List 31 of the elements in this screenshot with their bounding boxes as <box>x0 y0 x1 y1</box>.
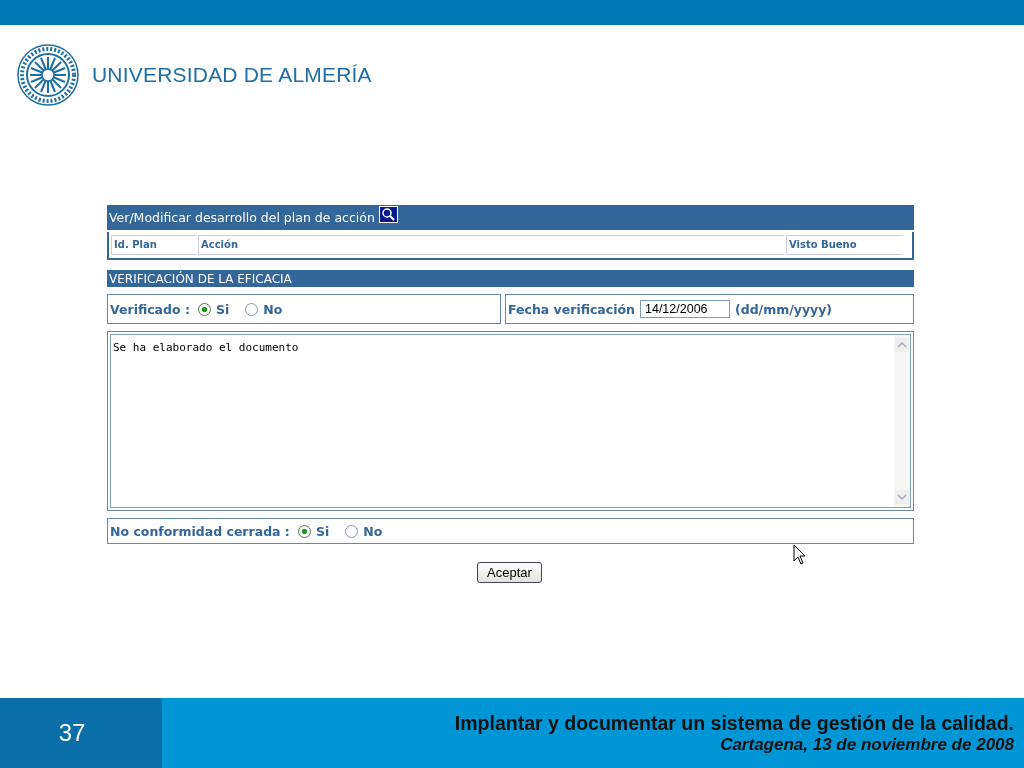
column-header: Visto Bueno <box>786 235 903 255</box>
page-number: 37 <box>58 719 86 747</box>
field-label: No conformidad cerrada : <box>110 523 290 539</box>
search-icon[interactable] <box>378 206 398 223</box>
section-title: VERIFICACIÓN DE LA EFICACIA <box>109 271 292 286</box>
footer-title: Implantar y documentar un sistema de gestión de la calidad. <box>454 711 1014 735</box>
field-label: Fecha verificación <box>508 301 635 317</box>
field-label: Verificado : <box>110 301 190 317</box>
radio-button[interactable] <box>345 524 359 538</box>
column-header: Acción <box>198 235 784 255</box>
radio-button[interactable] <box>197 302 211 316</box>
notes-text: Se ha elaborado el documento <box>112 340 300 356</box>
notes-text-area[interactable]: Se ha elaborado el documento <box>110 334 911 508</box>
university-name: UNIVERSIDAD DE ALMERÍA <box>92 63 372 87</box>
date-format-hint: (dd/mm/yyyy) <box>735 301 833 317</box>
scrollbar[interactable] <box>894 335 910 507</box>
scroll-down-icon[interactable] <box>895 490 909 504</box>
footer-subtitle: Cartagena, 13 de noviembre de 2008 <box>720 734 1014 755</box>
university-seal-icon <box>16 43 80 107</box>
panel-title: Ver/Modificar desarrollo del plan de acción <box>109 210 375 225</box>
radio-button[interactable] <box>297 524 311 538</box>
radio-button[interactable] <box>245 302 259 316</box>
accept-button[interactable]: Aceptar <box>477 562 542 583</box>
column-header: Id. Plan <box>111 235 196 255</box>
radio-label: Si <box>315 523 330 539</box>
radio-label: No <box>363 523 383 539</box>
mouse-pointer-icon <box>793 544 807 566</box>
radio-label: No <box>263 301 283 317</box>
scroll-up-icon[interactable] <box>895 338 909 352</box>
radio-label: Si <box>215 301 230 317</box>
date-field[interactable]: 14/12/2006 <box>640 300 730 318</box>
